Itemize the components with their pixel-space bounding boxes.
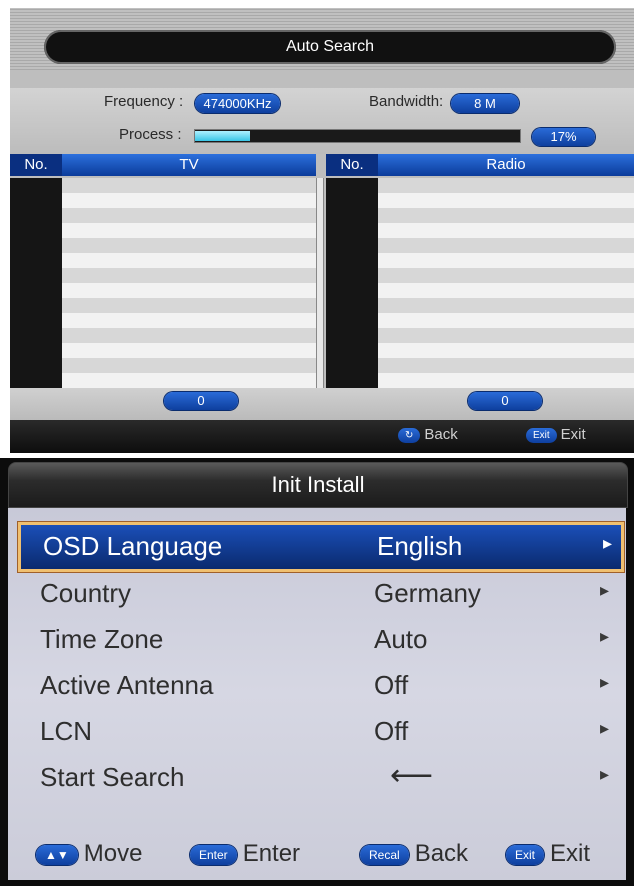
menu-item-value: Off [374,670,409,700]
tv-no-column-header: No. [10,154,62,176]
chevron-right-icon: ▸ [600,672,610,692]
menu-item-label: Time Zone [40,624,164,654]
tv-column-header: TV [179,156,199,173]
menu-item-time-zone[interactable]: Time Zone Auto ▸ [18,618,618,662]
frequency-label: Frequency : [104,93,184,110]
radio-count-badge: 0 [468,392,542,410]
exit-hint-label: Exit [560,426,586,443]
auto-search-title: Auto Search [285,38,375,55]
menu-item-lcn[interactable]: LCN Off ▸ [18,710,618,754]
back-hint-label: Back [414,840,469,867]
enter-hint[interactable]: Enter Enter [190,840,300,868]
back-key-icon: ↻ [398,427,421,443]
init-install-title: Init Install [271,472,365,497]
menu-item-start-search[interactable]: Start Search ⟵ ▸ [18,756,618,800]
init-install-footer: ▲▼ Move Enter Enter Recal Back Exit Exit [8,830,626,880]
tv-rows [62,178,316,388]
exit-key-icon: Exit [526,427,557,443]
exit-key-icon: Exit [506,844,545,865]
exit-hint-label: Exit [550,840,591,867]
menu-item-osd-language[interactable]: OSD Language English ▸ [18,522,624,572]
init-install-screen: Init Install OSD Language English ▸ Coun… [0,458,634,886]
init-install-title-bar: Init Install [8,462,628,508]
frequency-value-badge: 474000KHz [195,94,280,113]
auto-search-screen: Auto Search Frequency : 474000KHz Bandwi… [10,8,634,453]
move-hint-label: Move [83,840,143,867]
tv-list-header: No. TV [10,154,316,176]
progress-percent-badge: 17% [532,128,595,146]
radio-number-column [326,178,378,388]
chevron-right-icon: ▸ [600,764,610,784]
menu-item-label: Active Antenna [40,670,214,700]
menu-item-value: English [377,531,463,561]
back-hint[interactable]: Recal Back [360,840,468,868]
exit-hint[interactable]: Exit Exit [506,840,590,868]
move-hint[interactable]: ▲▼ Move [36,840,142,868]
up-down-arrows-icon: ▲▼ [36,844,78,865]
menu-item-value: Auto [374,624,428,654]
exit-hint[interactable]: Exit Exit [526,426,586,443]
tv-channel-list[interactable] [10,178,316,388]
init-install-menu: OSD Language English ▸ Country Germany ▸… [8,508,626,880]
menu-item-active-antenna[interactable]: Active Antenna Off ▸ [18,664,618,708]
bandwidth-value-badge: 8 M [451,94,519,113]
chevron-right-icon: ▸ [603,533,613,553]
back-hint-label: Back [424,426,458,443]
chevron-right-icon: ▸ [600,580,610,600]
radio-channel-list[interactable] [326,178,634,388]
enter-key-icon: Enter [190,844,237,865]
radio-no-column-header: No. [326,154,378,176]
tv-count-badge: 0 [164,392,238,410]
bandwidth-label: Bandwidth: [369,93,444,110]
chevron-right-icon: ▸ [600,718,610,738]
back-hint[interactable]: ↻ Back [398,426,458,443]
radio-list-header: No. Radio [326,154,634,176]
tv-number-column [10,178,62,388]
menu-item-label: Country [40,578,132,608]
search-progress-fill [195,131,251,141]
recall-key-icon: Recal [360,844,409,865]
enter-arrow-icon: ⟵ [390,759,434,792]
menu-item-value: Germany [374,578,481,608]
search-progress-bar [194,129,521,143]
list-divider-scrollbar [316,178,324,388]
radio-rows [378,178,634,388]
menu-item-country[interactable]: Country Germany ▸ [18,572,618,616]
enter-hint-label: Enter [242,840,301,867]
auto-search-title-bar: Auto Search [44,30,616,64]
radio-column-header: Radio [486,156,526,173]
menu-item-label: Start Search [40,762,185,792]
process-label: Process : [119,126,182,143]
menu-item-value: Off [374,716,409,746]
auto-search-footer: ↻ Back Exit Exit [10,420,634,453]
chevron-right-icon: ▸ [600,626,610,646]
menu-item-label: LCN [40,716,93,746]
menu-item-label: OSD Language [43,531,223,561]
